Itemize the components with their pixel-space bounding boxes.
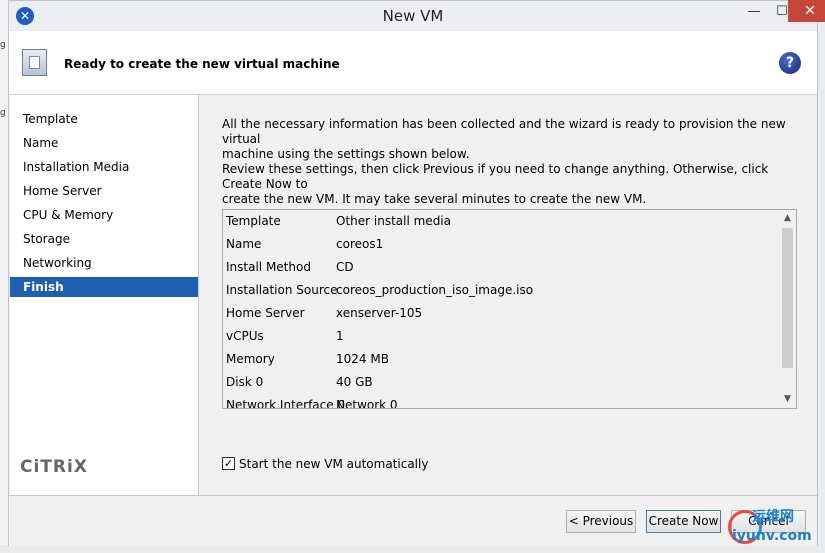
background-fragment: g [0,40,6,50]
wizard-step-cpu-memory[interactable]: CPU & Memory [10,205,198,225]
title-bar[interactable]: ✕ New VM — ☐ ✕ [9,0,825,31]
window-title: New VM [382,7,444,25]
auto-start-label[interactable]: Start the new VM automatically [239,457,428,471]
summary-scrollbar[interactable]: ▲ ▼ [779,210,796,408]
settings-summary-list[interactable]: Template Other install media Name coreos1 In… [222,209,797,409]
summary-key: Name [226,237,262,251]
summary-value: Other install media [336,214,451,228]
summary-value: xenserver-105 [336,306,423,320]
citrix-logo: CiTRiX [20,457,88,477]
new-vm-window: ✕ New VM — ☐ ✕ Ready to create the new v… [8,0,825,546]
wizard-step-networking[interactable]: Networking [10,253,198,273]
wizard-header: Ready to create the new virtual machine … [9,31,817,95]
wizard-steps-pane: Template Name Installation Media Home Serve… [10,95,199,495]
background-app-strip [0,0,8,553]
wizard-content: All the necessary information has been c… [199,95,817,495]
wizard-step-template[interactable]: Template [10,109,198,129]
summary-value: 1 [336,329,344,343]
vm-document-icon [22,49,47,76]
summary-value: 40 GB [336,375,373,389]
page-title: Ready to create the new virtual machine [64,57,340,71]
wizard-step-name[interactable]: Name [10,133,198,153]
summary-key: Memory [226,352,275,366]
wizard-step-installation-media[interactable]: Installation Media [10,157,198,177]
minimize-button[interactable]: — [741,1,767,23]
summary-value: Network 0 [336,398,398,409]
summary-key: Install Method [226,260,311,274]
summary-key: Home Server [226,306,305,320]
scrollbar-thumb[interactable] [782,228,793,368]
previous-button[interactable]: < Previous [566,510,636,533]
wizard-step-finish[interactable]: Finish [10,277,198,297]
review-text: Review these settings, then click Previo… [222,162,769,206]
wizard-footer: < Previous Create Now Cancel [9,495,817,546]
summary-value: CD [336,260,354,274]
summary-key: Installation Source [226,283,338,297]
intro-text: All the necessary information has been c… [222,117,786,161]
background-right-edge [818,0,825,553]
close-button[interactable]: ✕ [788,0,825,22]
summary-value: coreos_production_iso_image.iso [336,283,534,297]
summary-value: coreos1 [336,237,384,251]
summary-key: vCPUs [226,329,264,343]
wizard-step-home-server[interactable]: Home Server [10,181,198,201]
summary-value: 1024 MB [336,352,389,366]
summary-key: Template [226,214,281,228]
summary-key: Disk 0 [226,375,264,389]
summary-key: Network Interface 0 [226,398,346,409]
auto-start-checkbox[interactable]: ✓ [222,457,235,470]
wizard-step-storage[interactable]: Storage [10,229,198,249]
scroll-down-icon[interactable]: ▼ [779,391,796,408]
scroll-up-icon[interactable]: ▲ [779,210,796,227]
create-now-button[interactable]: Create Now [646,510,721,533]
background-fragment: g [0,108,6,118]
site-watermark: 运维网 iyunv.com [728,504,818,549]
help-icon[interactable]: ? [779,52,801,74]
background-taskbar-edge [0,545,825,553]
